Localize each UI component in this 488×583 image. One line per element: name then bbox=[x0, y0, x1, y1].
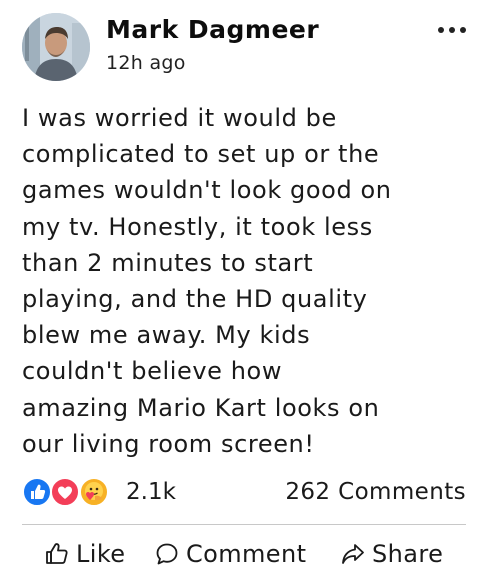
share-arrow-icon bbox=[342, 544, 364, 564]
thumbs-up-icon bbox=[46, 543, 68, 564]
like-reaction-icon bbox=[22, 477, 52, 507]
post-timestamp[interactable]: 12h ago bbox=[106, 52, 186, 74]
avatar-photo bbox=[22, 13, 90, 81]
reaction-icons[interactable] bbox=[22, 477, 122, 507]
share-label: Share bbox=[372, 540, 444, 568]
comment-bubble-icon bbox=[156, 543, 178, 565]
avatar[interactable] bbox=[22, 13, 90, 81]
care-reaction-icon bbox=[79, 477, 109, 507]
dot bbox=[460, 27, 466, 33]
author-name[interactable]: Mark Dagmeer bbox=[106, 15, 319, 44]
comment-label: Comment bbox=[186, 540, 307, 568]
share-button[interactable]: Share bbox=[340, 537, 443, 571]
love-reaction-icon bbox=[50, 477, 80, 507]
divider bbox=[22, 524, 466, 525]
like-label: Like bbox=[76, 540, 126, 568]
post-body-text: I was worried it would be complicated to… bbox=[22, 104, 392, 458]
comments-count-link[interactable]: 262 Comments bbox=[285, 479, 466, 505]
dot bbox=[438, 27, 444, 33]
dot bbox=[449, 27, 455, 33]
like-button[interactable]: Like bbox=[44, 537, 125, 571]
post-card: Mark Dagmeer 12h ago I was worried it wo… bbox=[0, 0, 488, 583]
more-options-icon[interactable] bbox=[436, 20, 468, 40]
comment-button[interactable]: Comment bbox=[154, 537, 306, 571]
reaction-count[interactable]: 2.1k bbox=[126, 479, 176, 505]
